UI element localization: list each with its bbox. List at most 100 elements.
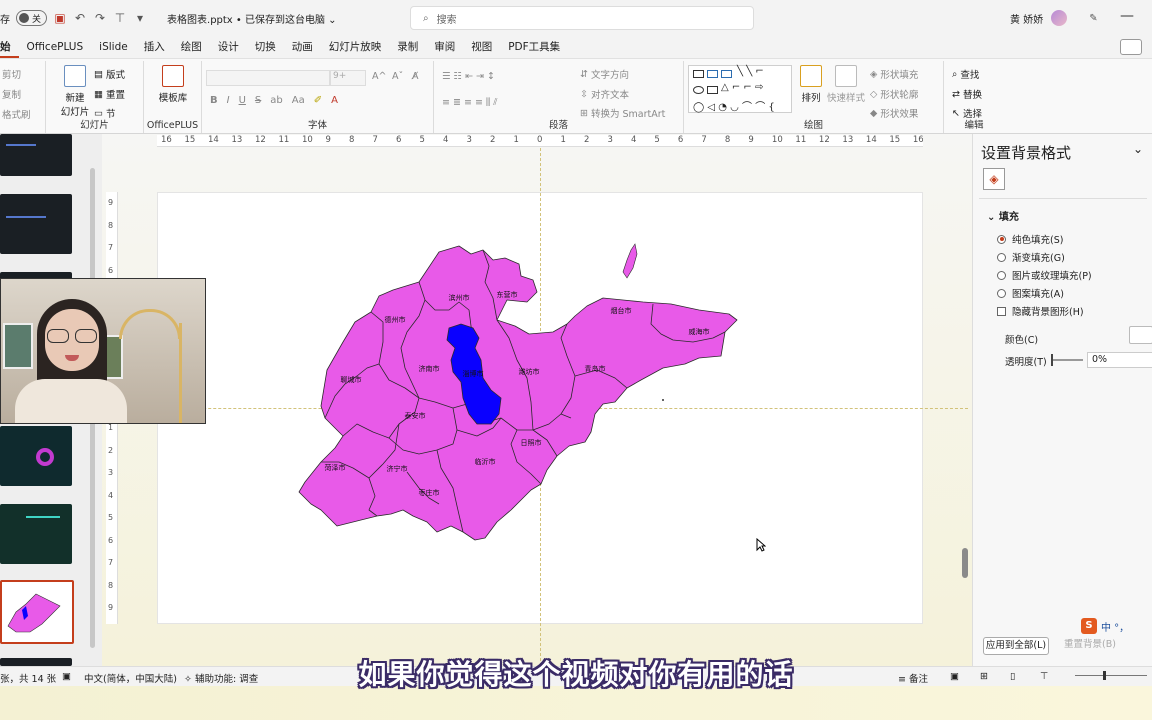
shape-effect-button[interactable]: ◆ 形状效果 (870, 106, 918, 121)
solid-fill-option[interactable]: 纯色填充(S) (997, 232, 1063, 246)
highlight-icon[interactable]: ✐ (314, 95, 322, 106)
italic-button[interactable]: I (227, 95, 230, 106)
radio[interactable] (997, 288, 1006, 298)
undo-icon[interactable]: ↶ (73, 11, 87, 25)
ime-toolbar[interactable]: S 中 °， (1081, 618, 1129, 634)
user-account[interactable]: 黄 娇娇 ✎ (1010, 10, 1098, 26)
pen-icon[interactable]: ✎ (1089, 13, 1097, 24)
copy-button[interactable]: 复制 (2, 87, 21, 101)
textbox-shape-icon[interactable] (693, 70, 704, 78)
scroll-thumb[interactable] (962, 548, 968, 578)
transparency-slider[interactable] (1051, 359, 1083, 361)
shandong-map[interactable]: 德州市 滨州市 东营市 烟台市 威海市 聊城市 济南市 淄博市 潍坊市 青岛市 … (157, 192, 923, 624)
bold-button[interactable]: B (210, 95, 218, 106)
fill-section-header[interactable]: ⌄ 填充 (987, 208, 1019, 223)
radio[interactable] (997, 270, 1006, 280)
ruler-tick-label: 2 (108, 445, 114, 455)
title-bar: 存 关 ▣ ↶ ↷ ⊤ ▾ 表格图表.pptx • 已保存到这台电脑 ⌄ ⌕ 搜… (0, 0, 1152, 36)
char-spacing-icon[interactable]: ab (270, 95, 282, 106)
clear-format-icon[interactable]: A̸ (412, 71, 419, 82)
slide-thumbnail[interactable] (0, 426, 72, 486)
replace-button[interactable]: ⇄ 替换 (952, 87, 982, 102)
autosave-toggle[interactable]: 关 (16, 10, 48, 26)
hide-background-option[interactable]: 隐藏背景图形(H) (997, 304, 1084, 318)
tab-view[interactable]: 视图 (463, 36, 500, 58)
shape-outline-button[interactable]: ◇ 形状轮廓 (870, 87, 918, 102)
customize-icon[interactable]: ▾ (133, 11, 147, 25)
layout-button[interactable]: ▤ 版式 (94, 67, 125, 82)
line-shapes-icon[interactable]: ╲ ╲ ⌐ (737, 66, 764, 77)
radio[interactable] (997, 252, 1006, 262)
slides-group: 新建 幻灯片 ▤ 版式 ▦ 重置 ▭ 节 幻灯片 (46, 61, 144, 133)
misc-shapes-icon[interactable]: ◯ ◁ ◔ ◡ ⌒ ⌒ { (693, 98, 775, 113)
text-direction-button[interactable]: ⇵ 文字方向 (580, 67, 629, 82)
oval-shape-icon[interactable] (693, 86, 704, 94)
slide-thumbnail[interactable] (0, 134, 72, 176)
more-shapes-icon[interactable]: △ ⌐ ⌐ ⇨ (721, 82, 763, 93)
cut-button[interactable]: 剪切 (2, 67, 21, 81)
glasses (45, 329, 99, 343)
save-icon[interactable]: ▣ (53, 11, 67, 25)
tab-pdf-tools[interactable]: PDF工具集 (500, 36, 568, 58)
canvas-scrollbar[interactable] (960, 140, 970, 666)
document-title[interactable]: 表格图表.pptx • 已保存到这台电脑 ⌄ (167, 11, 337, 26)
reset-button[interactable]: ▦ 重置 (94, 87, 125, 102)
tab-review[interactable]: 审阅 (426, 36, 463, 58)
new-slide-button[interactable]: 新建 幻灯片 (54, 65, 96, 118)
slide-thumbnail[interactable] (0, 194, 72, 254)
redo-icon[interactable]: ↷ (93, 11, 107, 25)
minimize-icon[interactable]: — (1120, 8, 1134, 24)
slide-thumbnail[interactable] (0, 504, 72, 564)
bullets-icon[interactable]: ☰ ☷ ⇤ ⇥ ↕ (442, 71, 495, 82)
font-color-icon[interactable]: A (331, 95, 338, 106)
shrink-font-icon[interactable]: Aˇ (392, 71, 403, 82)
grow-font-icon[interactable]: A^ (372, 71, 386, 82)
font-size-combo[interactable]: 9+ (330, 70, 366, 86)
present-icon[interactable]: ⊤ (113, 11, 127, 25)
underline-button[interactable]: U (239, 95, 246, 106)
tab-draw[interactable]: 绘图 (173, 36, 210, 58)
map-label: 德州市 (385, 315, 406, 324)
box-shape-icon[interactable] (721, 70, 732, 78)
find-button[interactable]: ⌕ 查找 (952, 67, 979, 82)
tab-record[interactable]: 录制 (389, 36, 426, 58)
slide-thumbnail-selected[interactable] (0, 580, 74, 644)
shape-fill-button[interactable]: ◈ 形状填充 (870, 67, 918, 82)
strikethrough-button[interactable]: S (255, 95, 261, 106)
gradient-fill-option[interactable]: 渐变填充(G) (997, 250, 1065, 264)
tab-insert[interactable]: 插入 (136, 36, 173, 58)
quick-styles-button[interactable]: 快速样式 (826, 65, 866, 104)
tab-animations[interactable]: 动画 (284, 36, 321, 58)
align-text-button[interactable]: ⇳ 对齐文本 (580, 87, 629, 102)
checkbox[interactable] (997, 306, 1006, 316)
tab-officeplus[interactable]: OfficePLUS (19, 36, 92, 58)
shapes-gallery[interactable]: ╲ ╲ ⌐ △ ⌐ ⌐ ⇨ ◯ ◁ ◔ ◡ ⌒ ⌒ { (688, 65, 792, 113)
arrange-button[interactable]: 排列 (796, 65, 826, 104)
slider-thumb[interactable] (1051, 354, 1053, 366)
align-icons[interactable]: ≡ ≣ ≡ ≡ ⫼ ⫽ (442, 97, 498, 108)
font-family-combo[interactable] (206, 70, 330, 86)
template-library-button[interactable]: 模板库 (152, 65, 194, 104)
tab-design[interactable]: 设计 (210, 36, 247, 58)
change-case-button[interactable]: Aa (292, 95, 305, 106)
rect-shape-icon[interactable] (707, 86, 718, 94)
picture-fill-option[interactable]: 图片或纹理填充(P) (997, 268, 1092, 282)
tab-home[interactable]: 始 (0, 36, 19, 58)
radio-selected[interactable] (997, 234, 1006, 244)
tab-islide[interactable]: iSlide (91, 36, 136, 58)
fill-bucket-icon[interactable]: ◈ (983, 168, 1005, 190)
pattern-fill-option[interactable]: 图案填充(A) (997, 286, 1064, 300)
search-box[interactable]: ⌕ 搜索 (410, 6, 754, 30)
format-painter-button[interactable]: 格式刷 (2, 107, 31, 121)
tab-transitions[interactable]: 切换 (247, 36, 284, 58)
quick-styles-icon (835, 65, 857, 87)
chevron-down-icon[interactable]: ⌄ (1133, 142, 1143, 156)
map-label: 日照市 (521, 438, 542, 447)
color-label: 颜色(C) (1005, 335, 1039, 346)
vertical-textbox-icon[interactable] (707, 70, 718, 78)
ruler-tick-label: 4 (442, 135, 449, 145)
transparency-input[interactable]: 0% (1087, 352, 1152, 368)
color-picker-button[interactable] (1129, 326, 1152, 344)
comments-button[interactable] (1120, 39, 1142, 55)
tab-slideshow[interactable]: 幻灯片放映 (321, 36, 390, 58)
